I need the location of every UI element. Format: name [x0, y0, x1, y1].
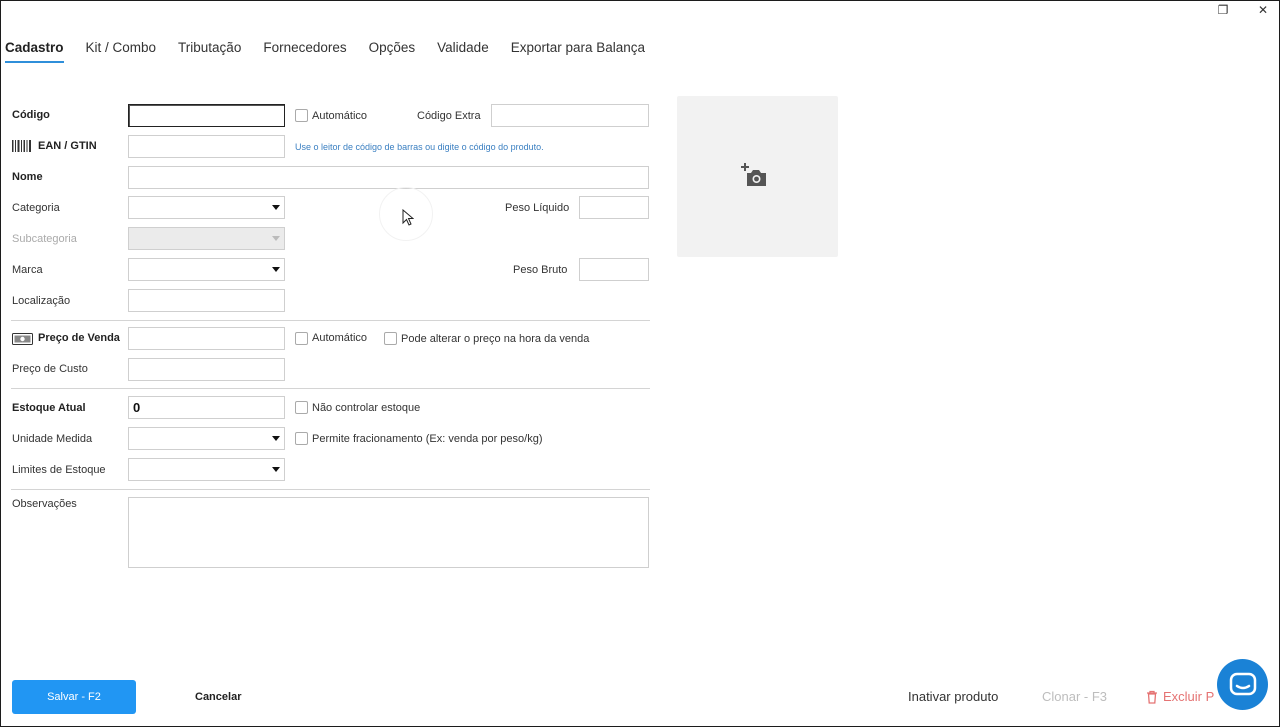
codigo-extra-input[interactable]	[491, 104, 649, 127]
observacoes-textarea[interactable]	[128, 497, 649, 568]
barcode-icon	[12, 140, 31, 152]
preco-automatico-label: Automático	[312, 332, 368, 344]
preco-custo-label: Preço de Custo	[12, 363, 88, 375]
pode-alterar-preco-checkbox[interactable]	[384, 332, 397, 345]
section-divider	[11, 388, 650, 389]
delete-product-label: Excluir P	[1163, 689, 1215, 704]
section-divider	[11, 320, 650, 321]
chevron-down-icon	[272, 236, 280, 241]
save-button[interactable]: Salvar - F2	[12, 680, 136, 714]
cancel-button[interactable]: Cancelar	[195, 691, 241, 703]
chat-support-button[interactable]	[1217, 659, 1268, 710]
permite-fracionamento-label: Permite fracionamento (Ex: venda por pes…	[312, 433, 543, 445]
add-photo-icon	[741, 163, 766, 186]
preco-automatico-checkbox[interactable]	[295, 332, 308, 345]
tab-opcoes[interactable]: Opções	[369, 40, 416, 63]
codigo-automatico-label: Automático	[312, 110, 368, 122]
tab-validade[interactable]: Validade	[437, 40, 489, 63]
peso-bruto-label: Peso Bruto	[513, 264, 568, 276]
tab-exportar-balanca[interactable]: Exportar para Balança	[511, 40, 645, 63]
limites-estoque-select[interactable]	[128, 458, 285, 481]
chevron-down-icon	[272, 205, 280, 210]
preco-custo-input[interactable]	[128, 358, 285, 381]
inactivate-product-button[interactable]: Inativar produto	[908, 689, 998, 704]
clone-button[interactable]: Clonar - F3	[1042, 689, 1107, 704]
unidade-medida-select[interactable]	[128, 427, 285, 450]
nao-controlar-estoque-checkbox[interactable]	[295, 401, 308, 414]
ean-hint: Use o leitor de código de barras ou digi…	[295, 142, 544, 152]
preco-venda-input[interactable]	[128, 327, 285, 350]
trash-icon	[1147, 690, 1157, 704]
tab-kit-combo[interactable]: Kit / Combo	[86, 40, 157, 63]
peso-liquido-input[interactable]	[579, 196, 649, 219]
restore-window-icon[interactable]: ❐	[1214, 2, 1232, 18]
limites-estoque-label: Limites de Estoque	[12, 464, 106, 476]
localizacao-label: Localização	[12, 295, 71, 307]
nao-controlar-estoque-label: Não controlar estoque	[312, 402, 421, 414]
codigo-label: Código	[12, 109, 50, 121]
nome-label: Nome	[12, 171, 43, 183]
tab-bar: Cadastro Kit / Combo Tributação Forneced…	[5, 40, 667, 63]
product-photo-upload[interactable]	[677, 96, 838, 257]
peso-bruto-input[interactable]	[579, 258, 649, 281]
chevron-down-icon	[272, 436, 280, 441]
subcategoria-label: Subcategoria	[12, 233, 77, 245]
chevron-down-icon	[272, 467, 280, 472]
categoria-select[interactable]	[128, 196, 285, 219]
cash-icon	[12, 333, 33, 345]
estoque-atual-input[interactable]	[128, 396, 285, 419]
chat-icon	[1229, 672, 1256, 695]
nome-input[interactable]	[128, 166, 649, 189]
ean-gtin-label: EAN / GTIN	[38, 140, 97, 152]
tab-cadastro[interactable]: Cadastro	[5, 40, 64, 63]
peso-liquido-label: Peso Líquido	[505, 202, 570, 214]
observacoes-label: Observações	[12, 498, 77, 510]
preco-venda-label: Preço de Venda	[38, 332, 120, 344]
chevron-down-icon	[272, 267, 280, 272]
marca-select[interactable]	[128, 258, 285, 281]
codigo-extra-label: Código Extra	[417, 110, 481, 122]
marca-label: Marca	[12, 264, 43, 276]
categoria-label: Categoria	[12, 202, 60, 214]
mouse-cursor-icon	[402, 209, 414, 226]
codigo-automatico-checkbox[interactable]	[295, 109, 308, 122]
section-divider	[11, 489, 650, 490]
unidade-medida-label: Unidade Medida	[12, 433, 93, 445]
estoque-atual-label: Estoque Atual	[12, 402, 86, 414]
delete-product-button[interactable]: Excluir P	[1146, 689, 1214, 704]
localizacao-input[interactable]	[128, 289, 285, 312]
close-window-icon[interactable]: ✕	[1254, 2, 1272, 18]
codigo-input[interactable]	[128, 104, 285, 127]
tab-fornecedores[interactable]: Fornecedores	[263, 40, 346, 63]
ean-gtin-input[interactable]	[128, 135, 285, 158]
tab-tributacao[interactable]: Tributação	[178, 40, 241, 63]
pode-alterar-preco-label: Pode alterar o preço na hora da venda	[401, 333, 590, 345]
subcategoria-select	[128, 227, 285, 250]
permite-fracionamento-checkbox[interactable]	[295, 432, 308, 445]
